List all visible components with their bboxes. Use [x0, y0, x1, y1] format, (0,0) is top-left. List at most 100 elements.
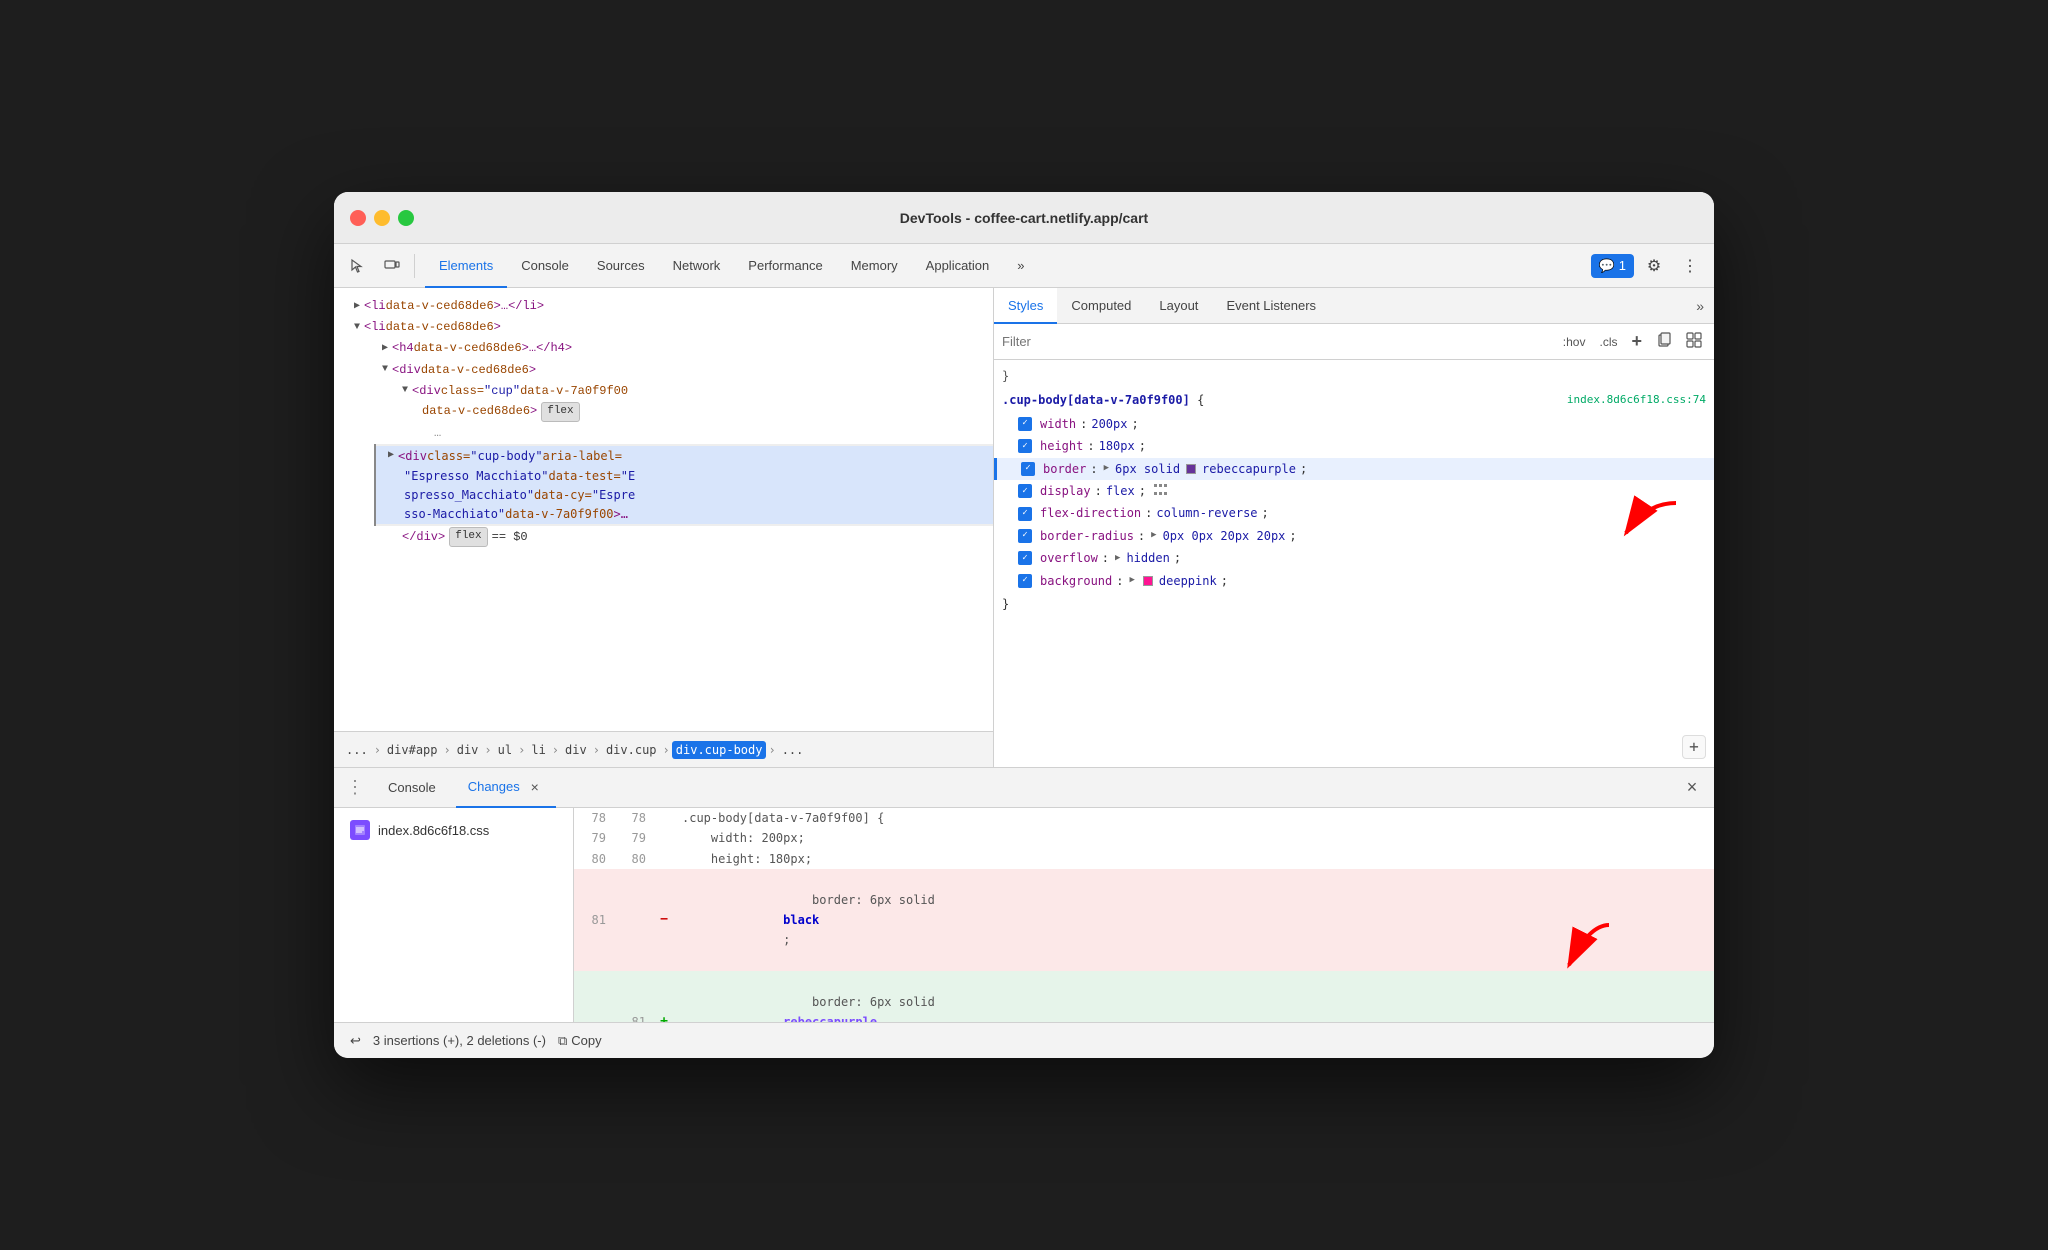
- attr-name2: data-v-7a0f9f00: [520, 382, 628, 401]
- html-line[interactable]: ▼ <div class= "cup" data-v-7a0f9f00: [334, 381, 993, 402]
- diff-content[interactable]: 78 78 .cup-body[data-v-7a0f9f00] { 79 79…: [574, 808, 1714, 1022]
- close-bottom-panel[interactable]: ×: [1678, 774, 1706, 802]
- copy-label: Copy: [571, 1033, 601, 1048]
- diff-ln-old: 81: [574, 910, 614, 930]
- css-file-link[interactable]: index.8d6c6f18.css:74: [1567, 391, 1706, 410]
- add-style-button[interactable]: +: [1627, 329, 1646, 354]
- select-element-button[interactable]: [342, 250, 374, 282]
- console-dots[interactable]: ⋮: [342, 777, 368, 798]
- breadcrumb-divcup[interactable]: div.cup: [602, 741, 661, 759]
- css-property-width[interactable]: ✓ width : 200px ;: [994, 413, 1714, 435]
- breadcrumb-div[interactable]: div: [453, 741, 483, 759]
- elements-content[interactable]: ▶ <li data-v-ced68de6 >…</li> ▼ <li data…: [334, 288, 993, 731]
- css-checkbox-flex-direction[interactable]: ✓: [1018, 507, 1032, 521]
- styles-tabs: Styles Computed Layout Event Listeners »: [994, 288, 1714, 324]
- tag-close: >: [494, 318, 501, 337]
- filter-bar: :hov .cls +: [994, 324, 1714, 360]
- expand-triangle: ▶: [382, 341, 388, 357]
- file-item[interactable]: index.8d6c6f18.css: [342, 816, 565, 844]
- tab-network[interactable]: Network: [659, 244, 735, 288]
- css-checkbox-width[interactable]: ✓: [1018, 417, 1032, 431]
- css-property-overflow[interactable]: ✓ overflow : ▶ hidden ;: [994, 547, 1714, 569]
- minimize-button[interactable]: [374, 210, 390, 226]
- prop-name-width: width: [1040, 414, 1076, 434]
- css-checkbox-height[interactable]: ✓: [1018, 439, 1032, 453]
- toggle-view-button[interactable]: [1682, 330, 1706, 353]
- css-closing-brace: }: [994, 592, 1714, 616]
- diff-line: 78 78 .cup-body[data-v-7a0f9f00] {: [574, 808, 1714, 828]
- css-property-flex-direction[interactable]: ✓ flex-direction : column-reverse ;: [994, 502, 1714, 524]
- html-line[interactable]: …: [334, 423, 993, 444]
- html-line[interactable]: ▶ <h4 data-v-ced68de6 >…</h4>: [334, 338, 993, 359]
- elements-panel: ▶ <li data-v-ced68de6 >…</li> ▼ <li data…: [334, 288, 994, 767]
- diff-removed-keyword: black: [783, 913, 819, 927]
- styles-tab-computed[interactable]: Computed: [1057, 288, 1145, 324]
- bottom-tab-changes[interactable]: Changes ×: [456, 768, 556, 808]
- copy-styles-button[interactable]: [1652, 330, 1676, 353]
- revert-button[interactable]: ↩: [350, 1033, 361, 1049]
- css-checkbox-border-radius[interactable]: ✓: [1018, 529, 1032, 543]
- close-changes-tab[interactable]: ×: [526, 778, 544, 796]
- breadcrumb-divapp[interactable]: div#app: [383, 741, 442, 759]
- add-property-button[interactable]: +: [1682, 735, 1706, 759]
- attr-name: data-v-ced68de6: [421, 361, 529, 380]
- css-property-display[interactable]: ✓ display : flex ;: [994, 480, 1714, 502]
- color-swatch-border[interactable]: [1186, 464, 1196, 474]
- diff-ln-new: 80: [614, 849, 654, 869]
- css-property-border[interactable]: ✓ border : ▶ 6px solid rebeccapurple ; ⧉: [994, 458, 1714, 480]
- cup-body-line[interactable]: ▶ <div class= "cup-body" aria-label=: [376, 446, 993, 467]
- css-checkbox-display[interactable]: ✓: [1018, 484, 1032, 498]
- close-button[interactable]: [350, 210, 366, 226]
- styles-tab-more[interactable]: »: [1686, 298, 1714, 314]
- settings-button[interactable]: ⚙: [1638, 250, 1670, 282]
- revert-icon: ↩: [350, 1033, 361, 1049]
- flex-badge[interactable]: flex: [541, 402, 579, 422]
- color-swatch-background[interactable]: [1143, 576, 1153, 586]
- tab-memory[interactable]: Memory: [837, 244, 912, 288]
- maximize-button[interactable]: [398, 210, 414, 226]
- bottom-tab-console[interactable]: Console: [376, 768, 448, 808]
- html-line-cont[interactable]: data-v-ced68de6 > flex: [334, 402, 993, 423]
- css-property-height[interactable]: ✓ height : 180px ;: [994, 435, 1714, 457]
- prop-name-display: display: [1040, 481, 1091, 501]
- html-line[interactable]: ▼ <li data-v-ced68de6 >: [334, 317, 993, 338]
- tab-more[interactable]: »: [1003, 244, 1038, 288]
- tag-text: <li: [364, 318, 386, 337]
- styles-tab-layout[interactable]: Layout: [1145, 288, 1212, 324]
- breadcrumb-bar: ... › div#app › div › ul › li › div › di…: [334, 731, 993, 767]
- breadcrumb-div2[interactable]: div: [561, 741, 591, 759]
- more-options-button[interactable]: ⋮: [1674, 250, 1706, 282]
- tab-performance[interactable]: Performance: [734, 244, 836, 288]
- breadcrumb-ellipsis[interactable]: ...: [342, 741, 372, 759]
- styles-content[interactable]: } .cup-body[data-v-7a0f9f00] { index.8d6…: [994, 360, 1714, 767]
- css-checkbox-background[interactable]: ✓: [1018, 574, 1032, 588]
- breadcrumb-more[interactable]: ...: [778, 741, 808, 759]
- css-property-border-radius[interactable]: ✓ border-radius : ▶ 0px 0px 20px 20px ;: [994, 525, 1714, 547]
- styles-tab-event-listeners[interactable]: Event Listeners: [1212, 288, 1330, 324]
- breadcrumb-ul[interactable]: ul: [494, 741, 516, 759]
- tab-console[interactable]: Console: [507, 244, 583, 288]
- tab-sources[interactable]: Sources: [583, 244, 659, 288]
- selected-element-block[interactable]: ▶ <div class= "cup-body" aria-label= "Es…: [374, 444, 993, 527]
- flex-badge[interactable]: flex: [449, 527, 487, 547]
- breadcrumb-li[interactable]: li: [527, 741, 549, 759]
- styles-tab-styles[interactable]: Styles: [994, 288, 1057, 324]
- breadcrumb-divcupbody[interactable]: div.cup-body: [672, 741, 767, 759]
- hov-button[interactable]: :hov: [1559, 333, 1590, 351]
- cls-button[interactable]: .cls: [1595, 333, 1621, 351]
- css-checkbox-overflow[interactable]: ✓: [1018, 551, 1032, 565]
- device-toolbar-button[interactable]: [376, 250, 408, 282]
- tab-application[interactable]: Application: [912, 244, 1004, 288]
- css-property-background[interactable]: ✓ background : ▶ deeppink ;: [994, 570, 1714, 592]
- tab-elements[interactable]: Elements: [425, 244, 507, 288]
- copy-button[interactable]: ⧉ Copy: [558, 1033, 602, 1049]
- attr-name: data-v-7a0f9f00: [505, 505, 613, 524]
- filter-input[interactable]: [1002, 334, 1551, 349]
- tag-open: <div: [398, 447, 427, 466]
- html-line[interactable]: ▶ <li data-v-ced68de6 >…</li>: [334, 296, 993, 317]
- html-line-closing[interactable]: </div> flex == $0: [334, 526, 993, 548]
- diff-line-content: .cup-body[data-v-7a0f9f00] {: [674, 808, 1714, 828]
- html-line[interactable]: ▼ <div data-v-ced68de6 >: [334, 360, 993, 381]
- css-checkbox-border[interactable]: ✓: [1021, 462, 1035, 476]
- notification-button[interactable]: 💬 1: [1591, 254, 1634, 278]
